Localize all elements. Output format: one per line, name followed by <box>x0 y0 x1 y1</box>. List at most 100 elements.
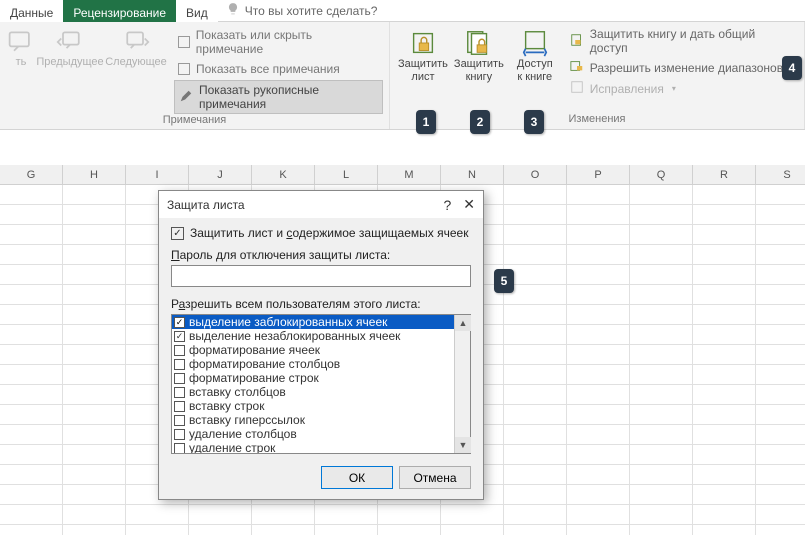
grid-cell[interactable] <box>630 305 693 325</box>
grid-cell[interactable] <box>567 405 630 425</box>
protect-checkbox[interactable]: ✓ <box>171 227 184 240</box>
permission-item[interactable]: удаление строк <box>172 441 454 453</box>
grid-cell[interactable] <box>63 425 126 445</box>
dialog-help-button[interactable]: ? <box>443 197 451 213</box>
grid-cell[interactable] <box>567 225 630 245</box>
col-header[interactable]: L <box>315 165 378 185</box>
grid-cell[interactable] <box>630 465 693 485</box>
col-header[interactable]: R <box>693 165 756 185</box>
grid-cell[interactable] <box>504 225 567 245</box>
grid-cell[interactable] <box>0 505 63 525</box>
grid-cell[interactable] <box>630 485 693 505</box>
grid-cell[interactable] <box>0 445 63 465</box>
grid-cell[interactable] <box>0 265 63 285</box>
grid-cell[interactable] <box>630 445 693 465</box>
grid-cell[interactable] <box>567 485 630 505</box>
grid-cell[interactable] <box>0 385 63 405</box>
permission-checkbox[interactable] <box>174 429 185 440</box>
grid-cell[interactable] <box>63 245 126 265</box>
grid-cell[interactable] <box>63 385 126 405</box>
col-header[interactable]: S <box>756 165 805 185</box>
grid-cell[interactable] <box>0 465 63 485</box>
grid-cell[interactable] <box>693 485 756 505</box>
grid-cell[interactable] <box>567 265 630 285</box>
permission-checkbox[interactable] <box>174 443 185 454</box>
scrollbar[interactable]: ▲ ▼ <box>454 315 470 453</box>
grid-cell[interactable] <box>756 185 805 205</box>
permission-checkbox[interactable] <box>174 415 185 426</box>
permissions-listbox[interactable]: ✓выделение заблокированных ячеек✓выделен… <box>171 314 471 454</box>
col-header[interactable]: I <box>126 165 189 185</box>
tab-review[interactable]: Рецензирование <box>63 0 176 22</box>
grid-cell[interactable] <box>693 185 756 205</box>
grid-cell[interactable] <box>756 345 805 365</box>
grid-cell[interactable] <box>0 305 63 325</box>
col-header[interactable]: M <box>378 165 441 185</box>
tell-me[interactable]: Что вы хотите сделать? <box>226 0 378 21</box>
grid-cell[interactable] <box>0 325 63 345</box>
grid-cell[interactable] <box>567 365 630 385</box>
grid-cell[interactable] <box>0 285 63 305</box>
grid-cell[interactable] <box>504 205 567 225</box>
grid-cell[interactable] <box>315 505 378 525</box>
grid-cell[interactable] <box>567 205 630 225</box>
grid-cell[interactable] <box>441 525 504 535</box>
grid-cell[interactable] <box>63 485 126 505</box>
grid-cell[interactable] <box>504 465 567 485</box>
grid-cell[interactable] <box>567 425 630 445</box>
grid-cell[interactable] <box>630 245 693 265</box>
grid-cell[interactable] <box>441 505 504 525</box>
grid-cell[interactable] <box>567 285 630 305</box>
grid-cell[interactable] <box>567 185 630 205</box>
tab-view[interactable]: Вид <box>176 0 218 22</box>
grid-cell[interactable] <box>567 465 630 485</box>
grid-cell[interactable] <box>0 425 63 445</box>
grid-cell[interactable] <box>756 405 805 425</box>
grid-cell[interactable] <box>0 485 63 505</box>
grid-cell[interactable] <box>378 525 441 535</box>
protect-sheet-button[interactable]: Защититьлист <box>396 26 450 85</box>
grid-cell[interactable] <box>756 285 805 305</box>
col-header[interactable]: G <box>0 165 63 185</box>
permission-checkbox[interactable] <box>174 345 185 356</box>
permission-checkbox[interactable] <box>174 373 185 384</box>
permission-item[interactable]: ✓выделение незаблокированных ячеек <box>172 329 454 343</box>
protect-workbook-button[interactable]: Защититькнигу <box>452 26 506 85</box>
grid-cell[interactable] <box>693 385 756 405</box>
grid-cell[interactable] <box>693 265 756 285</box>
col-header[interactable]: Q <box>630 165 693 185</box>
grid-cell[interactable] <box>567 345 630 365</box>
grid-cell[interactable] <box>126 525 189 535</box>
permission-item[interactable]: форматирование столбцов <box>172 357 454 371</box>
grid-cell[interactable] <box>756 385 805 405</box>
grid-cell[interactable] <box>63 265 126 285</box>
grid-cell[interactable] <box>567 245 630 265</box>
dialog-close-button[interactable]: ✕ <box>463 196 475 213</box>
grid-cell[interactable] <box>567 445 630 465</box>
permission-item[interactable]: вставку гиперссылок <box>172 413 454 427</box>
grid-cell[interactable] <box>504 425 567 445</box>
grid-cell[interactable] <box>756 245 805 265</box>
grid-cell[interactable] <box>693 405 756 425</box>
grid-cell[interactable] <box>252 525 315 535</box>
permission-item[interactable]: форматирование ячеек <box>172 343 454 357</box>
grid-cell[interactable] <box>756 485 805 505</box>
grid-cell[interactable] <box>756 445 805 465</box>
grid-cell[interactable] <box>0 245 63 265</box>
col-header[interactable]: P <box>567 165 630 185</box>
grid-cell[interactable] <box>63 465 126 485</box>
grid-cell[interactable] <box>693 465 756 485</box>
permission-item[interactable]: удаление столбцов <box>172 427 454 441</box>
grid-cell[interactable] <box>504 305 567 325</box>
grid-cell[interactable] <box>504 405 567 425</box>
col-header[interactable]: H <box>63 165 126 185</box>
grid-cell[interactable] <box>630 185 693 205</box>
col-header[interactable]: O <box>504 165 567 185</box>
grid-cell[interactable] <box>756 305 805 325</box>
grid-cell[interactable] <box>63 325 126 345</box>
grid-cell[interactable] <box>63 285 126 305</box>
grid-cell[interactable] <box>693 205 756 225</box>
show-all-comments[interactable]: Показать все примечания <box>174 60 383 78</box>
grid-cell[interactable] <box>63 185 126 205</box>
grid-cell[interactable] <box>756 325 805 345</box>
